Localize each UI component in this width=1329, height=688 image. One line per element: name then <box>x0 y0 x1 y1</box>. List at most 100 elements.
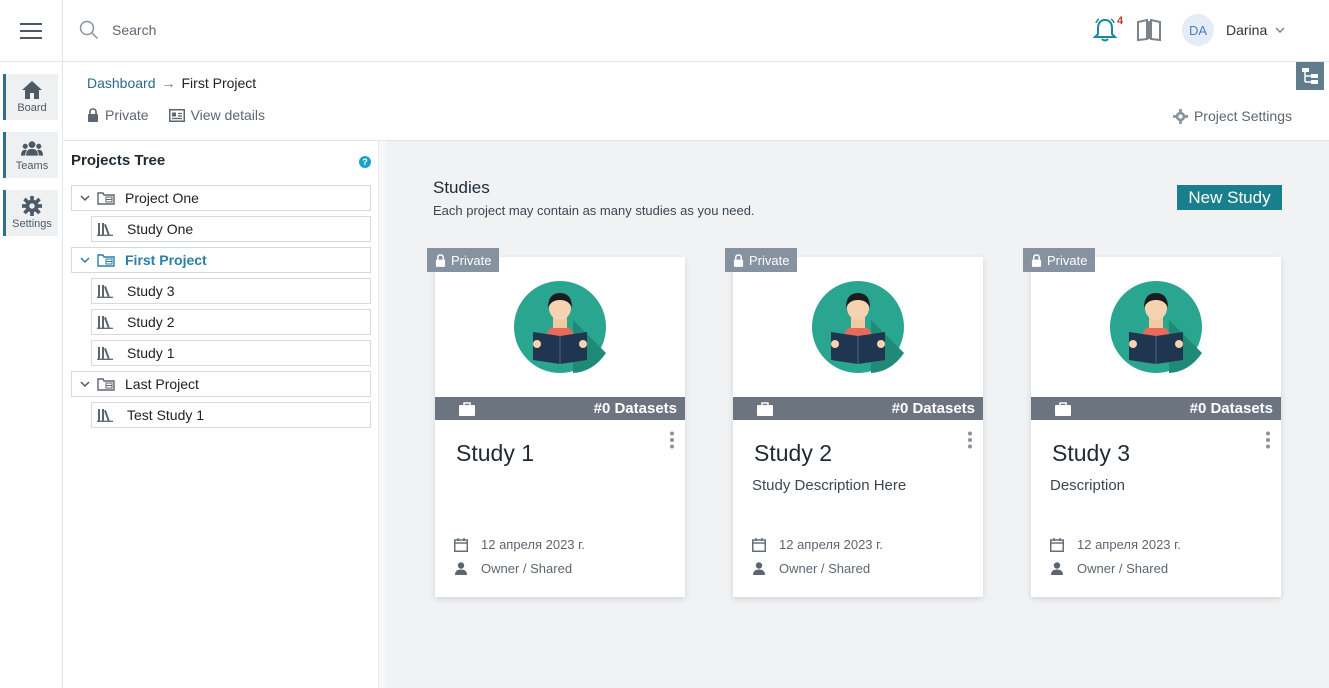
study-card[interactable]: #0 Datasets Study 1 12 апреля 2023 г. Ow… <box>435 257 685 597</box>
calendar-icon <box>454 537 468 552</box>
study-description: Description <box>1050 477 1126 494</box>
study-illustration <box>435 257 685 397</box>
library-icon <box>97 223 113 236</box>
badge-label: Private <box>749 252 790 268</box>
tree-node-label: Last Project <box>125 376 199 392</box>
tree-node-label: Project One <box>125 190 199 206</box>
chevron-down-icon[interactable] <box>79 254 91 266</box>
open-book-icon[interactable] <box>1136 18 1162 42</box>
arrow-right-icon: → <box>161 75 176 91</box>
more-options-icon[interactable] <box>967 431 973 449</box>
rail-item-settings[interactable]: Settings <box>3 190 58 236</box>
study-illustration <box>1031 257 1281 397</box>
rail-item-label: Board <box>17 102 47 114</box>
view-details-label: View details <box>190 107 266 123</box>
rail-item-board[interactable]: Board <box>3 74 58 120</box>
gear-icon <box>1172 108 1188 124</box>
calendar-icon <box>1050 537 1064 552</box>
lock-icon <box>733 253 744 267</box>
rail-item-label: Teams <box>15 160 49 172</box>
briefcase-icon <box>1055 401 1071 416</box>
study-title: Study 2 <box>754 440 832 466</box>
tree-project-node[interactable]: Last Project <box>71 371 371 397</box>
study-owner-text: Owner / Shared <box>481 561 573 576</box>
study-date: 12 апреля 2023 г. <box>752 537 883 552</box>
lock-icon <box>88 108 98 122</box>
tree-study-node[interactable]: Test Study 1 <box>91 402 371 428</box>
tree-node-label: Study 1 <box>127 345 175 361</box>
notification-bell-icon[interactable] <box>1093 17 1117 43</box>
studies-heading: Studies <box>433 178 490 197</box>
chevron-down-icon[interactable] <box>1274 24 1286 36</box>
lock-icon <box>435 253 446 267</box>
view-details-button[interactable]: View details <box>168 107 266 123</box>
study-card[interactable]: #0 Datasets Study 3 Description 12 апрел… <box>1031 257 1281 597</box>
help-icon[interactable]: ? <box>359 156 371 168</box>
user-icon <box>753 562 765 575</box>
id-card-icon <box>168 108 185 122</box>
user-icon <box>455 562 467 575</box>
breadcrumb: Dashboard → First Project <box>87 75 256 91</box>
user-icon <box>1051 562 1063 575</box>
folder-icon <box>97 378 115 391</box>
project-settings-label: Project Settings <box>1193 108 1292 124</box>
chevron-down-icon[interactable] <box>79 192 91 204</box>
folder-icon <box>97 192 115 205</box>
rail-item-label: Settings <box>12 218 52 230</box>
study-title: Study 1 <box>456 440 534 466</box>
notification-count-badge: 4 <box>1117 15 1124 27</box>
study-card[interactable]: #0 Datasets Study 2 Study Description He… <box>733 257 983 597</box>
breadcrumb-dashboard-link[interactable]: Dashboard <box>87 75 156 91</box>
study-date: 12 апреля 2023 г. <box>1050 537 1181 552</box>
more-options-icon[interactable] <box>669 431 675 449</box>
study-date: 12 апреля 2023 г. <box>454 537 585 552</box>
hamburger-menu-button[interactable] <box>0 0 63 62</box>
badge-label: Private <box>1047 252 1088 268</box>
briefcase-icon <box>757 401 773 416</box>
datasets-count: #0 Datasets <box>1189 400 1273 417</box>
private-badge: Private <box>1023 248 1096 272</box>
calendar-icon <box>752 537 766 552</box>
tree-study-node[interactable]: Study 3 <box>91 278 371 304</box>
datasets-bar: #0 Datasets <box>435 397 685 420</box>
tree-study-node[interactable]: Study 1 <box>91 340 371 366</box>
tree-project-node-active[interactable]: First Project <box>71 247 371 273</box>
home-icon <box>22 81 42 99</box>
projects-tree-title: Projects Tree <box>71 152 166 169</box>
search-input[interactable] <box>104 16 504 44</box>
new-study-button[interactable]: New Study <box>1177 185 1282 210</box>
gear-icon <box>22 196 42 216</box>
tree-node-label: Study One <box>127 221 194 237</box>
privacy-label: Private <box>105 107 149 123</box>
tree-study-node[interactable]: Study One <box>91 216 371 242</box>
folder-icon <box>97 254 115 267</box>
chevron-down-icon[interactable] <box>79 378 91 390</box>
study-date-text: 12 апреля 2023 г. <box>779 537 883 552</box>
user-avatar[interactable]: DA <box>1182 14 1214 46</box>
top-bar: 4 DA Darina <box>0 0 1329 62</box>
datasets-count: #0 Datasets <box>891 400 975 417</box>
tree-study-node[interactable]: Study 2 <box>91 309 371 335</box>
study-date-text: 12 апреля 2023 г. <box>1077 537 1181 552</box>
more-options-icon[interactable] <box>1265 431 1271 449</box>
breadcrumb-current: First Project <box>181 75 257 91</box>
privacy-indicator[interactable]: Private <box>87 107 149 123</box>
study-owner-text: Owner / Shared <box>779 561 871 576</box>
tree-view-toggle-button[interactable] <box>1296 62 1324 90</box>
user-name[interactable]: Darina <box>1226 22 1267 38</box>
briefcase-icon <box>459 401 475 416</box>
users-icon <box>21 141 43 156</box>
tree-project-node[interactable]: Project One <box>71 185 371 211</box>
study-title: Study 3 <box>1052 440 1130 466</box>
rail-item-teams[interactable]: Teams <box>3 132 58 178</box>
datasets-count: #0 Datasets <box>593 400 677 417</box>
tree-scrollbar[interactable] <box>378 141 386 688</box>
reader-illustration-icon <box>812 281 904 373</box>
tree-node-label: Study 3 <box>127 283 175 299</box>
project-meta-row: Private View details <box>87 107 285 123</box>
datasets-bar: #0 Datasets <box>733 397 983 420</box>
project-settings-button[interactable]: Project Settings <box>1172 108 1292 124</box>
reader-illustration-icon <box>514 281 606 373</box>
tree-structure-icon <box>1302 68 1318 84</box>
left-rail: Board Teams Settings <box>0 62 63 688</box>
